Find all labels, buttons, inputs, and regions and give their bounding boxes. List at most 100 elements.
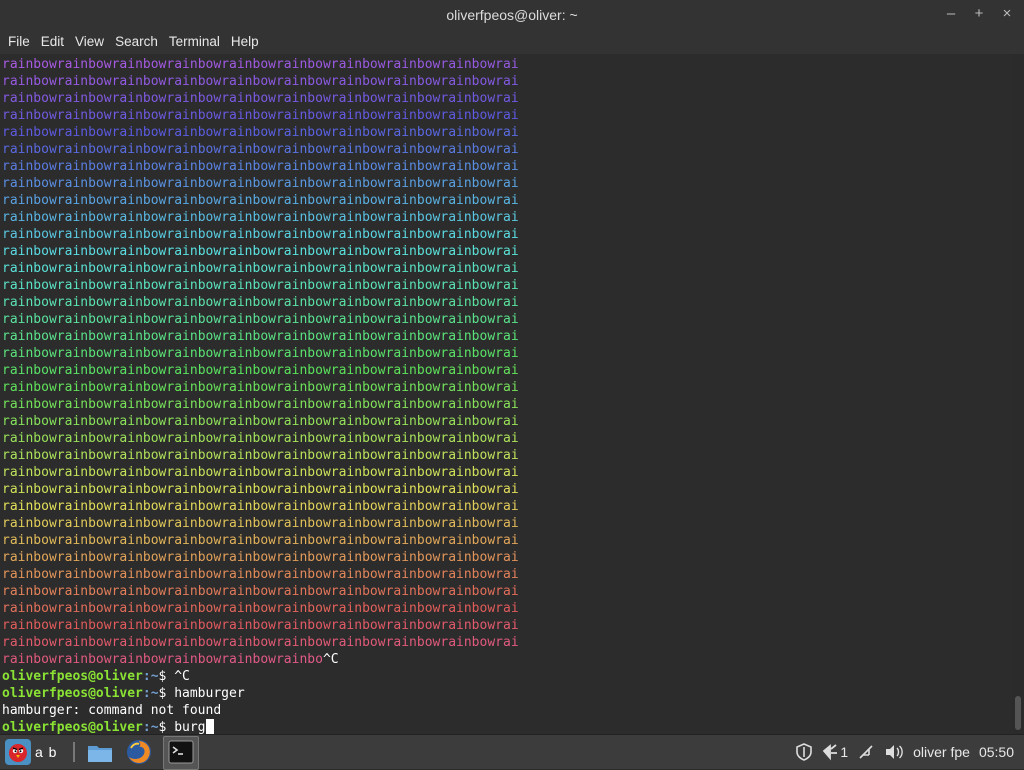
firefox-icon[interactable] [125,738,153,766]
rainbow-text: rainbowrainbowrainbowrainbowrainbowrainb… [2,329,519,344]
rainbow-line: rainbowrainbowrainbowrainbowrainbowrainb… [2,73,519,90]
rainbow-line: rainbowrainbowrainbowrainbowrainbowrainb… [2,413,519,430]
rainbow-text: rainbowrainbowrainbowrainbowrainbowrainb… [2,176,519,191]
rainbow-line: rainbowrainbowrainbowrainbowrainbowrainb… [2,362,519,379]
rainbow-line: rainbowrainbowrainbowrainbowrainbowrainb… [2,617,519,634]
menu-file[interactable]: File [2,34,36,49]
menu-label[interactable]: a b [35,744,57,760]
maximize-button[interactable]: + [972,5,986,23]
rainbow-text: rainbowrainbowrainbowrainbowrainbowrainb… [2,261,519,276]
volume-icon[interactable] [884,743,904,761]
rainbow-text: rainbowrainbowrainbowrainbowrainbowrainb… [2,210,519,225]
taskbar-separator [73,742,75,762]
rainbow-line: rainbowrainbowrainbowrainbowrainbowrainb… [2,328,519,345]
minimize-button[interactable]: – [944,5,958,23]
rainbow-text: rainbowrainbowrainbowrainbowrainbowrainb… [2,278,519,293]
close-button[interactable]: × [1000,5,1014,23]
prompt-line: oliverfpeos@oliver:~$ burg [2,719,519,734]
command-text: $ ^C [158,669,190,684]
terminal-icon[interactable] [167,738,195,766]
rainbow-line: rainbowrainbowrainbowrainbowrainbowrainb… [2,209,519,226]
prompt-user: oliverfpeos@oliver [2,720,143,734]
terminal-lines: rainbowrainbowrainbowrainbowrainbowrainb… [2,56,519,734]
rainbow-text: rainbowrainbowrainbowrainbowrainbowrainb… [2,295,519,310]
rainbow-text: rainbowrainbowrainbowrainbowrainbowrainb… [2,108,519,123]
rainbow-text: rainbowrainbowrainbowrainbowrainbowrainb… [2,584,519,599]
prompt-path: :~ [142,669,159,684]
rainbow-text: rainbowrainbowrainbowrainbowrainbowrainb… [2,363,519,378]
rainbow-text: rainbowrainbowrainbowrainbowrainbowrainb… [2,91,519,106]
menu-help[interactable]: Help [225,34,265,49]
rainbow-line: rainbowrainbowrainbowrainbowrainbowrainb… [2,158,519,175]
rainbow-text: rainbowrainbowrainbowrainbowrainbowrainb… [2,142,519,157]
prompt-line: oliverfpeos@oliver:~$ ^C [2,668,519,685]
rainbow-text: rainbowrainbowrainbowrainbowrainbowrainb… [2,414,519,429]
shield-icon[interactable] [795,743,813,761]
rainbow-line: rainbowrainbowrainbowrainbowrainbowrainb… [2,107,519,124]
rainbow-text: rainbowrainbowrainbowrainbowrainbowrainb… [2,227,519,242]
prompt-line: oliverfpeos@oliver:~$ hamburger [2,685,519,702]
angry-bird-icon[interactable] [4,738,32,766]
rainbow-text: rainbowrainbowrainbowrainbowrainbowrainb… [2,312,519,327]
menu-edit[interactable]: Edit [35,34,70,49]
folder-icon[interactable] [86,738,114,766]
user-name[interactable]: oliver fpe [913,744,970,760]
rainbow-text: rainbowrainbowrainbowrainbowrainbowrainb… [2,244,519,259]
rainbow-line: rainbowrainbowrainbowrainbowrainbowrainb… [2,345,519,362]
rainbow-text: rainbowrainbowrainbowrainbowrainbowrainb… [2,125,519,140]
text-cursor [205,719,214,734]
rainbow-line: rainbowrainbowrainbowrainbowrainbowrainb… [2,583,519,600]
menubar: File Edit View Search Terminal Help [0,29,1024,54]
rainbow-text: rainbowrainbowrainbowrainbowrainbowrainb… [2,635,519,650]
rainbow-line: rainbowrainbowrainbowrainbowrainbowrainb… [2,532,519,549]
prompt-user: oliverfpeos@oliver [2,669,143,684]
rainbow-line: rainbowrainbowrainbowrainbowrainbowrainb… [2,430,519,447]
taskbar: a b 1 oliver fpe 05:50 [0,734,1024,770]
rainbow-text: rainbowrainbowrainbowrainbowrainbowrainb… [2,601,519,616]
rainbow-line: rainbowrainbowrainbowrainbowrainbowrainb… [2,124,519,141]
rainbow-line: rainbowrainbowrainbowrainbowrainbowrainb… [2,277,519,294]
rainbow-line: rainbowrainbowrainbowrainbowrainbowrainb… [2,549,519,566]
command-text: $ burg [158,720,206,734]
rainbow-line: rainbowrainbowrainbowrainbowrainbowrainb… [2,260,519,277]
rainbow-text: rainbowrainbowrainbowrainbowrainbowrainb… [2,159,519,174]
rainbow-text: rainbowrainbowrainbowrainbowrainbowrainb… [2,193,519,208]
scrollbar-thumb[interactable] [1015,696,1021,730]
rainbow-line: rainbowrainbowrainbowrainbowrainbowrainb… [2,651,519,668]
rainbow-text: rainbowrainbowrainbowrainbowrainbowrainb… [2,499,519,514]
output-line: hamburger: command not found [2,702,519,719]
system-tray: 1 oliver fpe 05:50 [795,735,1014,769]
interrupt-text: ^C [322,652,339,667]
rainbow-text: rainbowrainbowrainbowrainbowrainbowrainb… [2,516,519,531]
rainbow-line: rainbowrainbowrainbowrainbowrainbowrainb… [2,498,519,515]
command-text: $ hamburger [158,686,245,701]
window-titlebar[interactable]: oliverfpeos@oliver: ~ – + × [0,0,1024,29]
rainbow-text: rainbowrainbowrainbowrainbowrainbowrainb… [2,465,519,480]
rainbow-line: rainbowrainbowrainbowrainbowrainbowrainb… [2,634,519,651]
rainbow-text: rainbowrainbowrainbowrainbowrainbowrainb… [2,652,323,667]
window-title: oliverfpeos@oliver: ~ [446,7,578,23]
clock[interactable]: 05:50 [979,744,1014,760]
notification-count: 1 [840,744,849,760]
menu-view[interactable]: View [69,34,110,49]
output-text: hamburger: command not found [2,703,222,718]
rainbow-text: rainbowrainbowrainbowrainbowrainbowrainb… [2,448,519,463]
menu-search[interactable]: Search [109,34,164,49]
notification-icon[interactable] [822,743,838,761]
terminal-scrollbar[interactable] [1012,54,1024,734]
rainbow-line: rainbowrainbowrainbowrainbowrainbowrainb… [2,481,519,498]
menu-terminal[interactable]: Terminal [163,34,226,49]
rainbow-line: rainbowrainbowrainbowrainbowrainbowrainb… [2,600,519,617]
rainbow-line: rainbowrainbowrainbowrainbowrainbowrainb… [2,141,519,158]
rainbow-line: rainbowrainbowrainbowrainbowrainbowrainb… [2,379,519,396]
rainbow-text: rainbowrainbowrainbowrainbowrainbowrainb… [2,74,519,89]
rainbow-text: rainbowrainbowrainbowrainbowrainbowrainb… [2,533,519,548]
rainbow-text: rainbowrainbowrainbowrainbowrainbowrainb… [2,431,519,446]
terminal-output[interactable]: rainbowrainbowrainbowrainbowrainbowrainb… [0,54,1012,734]
rainbow-text: rainbowrainbowrainbowrainbowrainbowrainb… [2,618,519,633]
rainbow-line: rainbowrainbowrainbowrainbowrainbowrainb… [2,192,519,209]
rainbow-line: rainbowrainbowrainbowrainbowrainbowrainb… [2,175,519,192]
rainbow-line: rainbowrainbowrainbowrainbowrainbowrainb… [2,447,519,464]
network-icon[interactable] [857,743,875,761]
prompt-path: :~ [142,720,159,734]
